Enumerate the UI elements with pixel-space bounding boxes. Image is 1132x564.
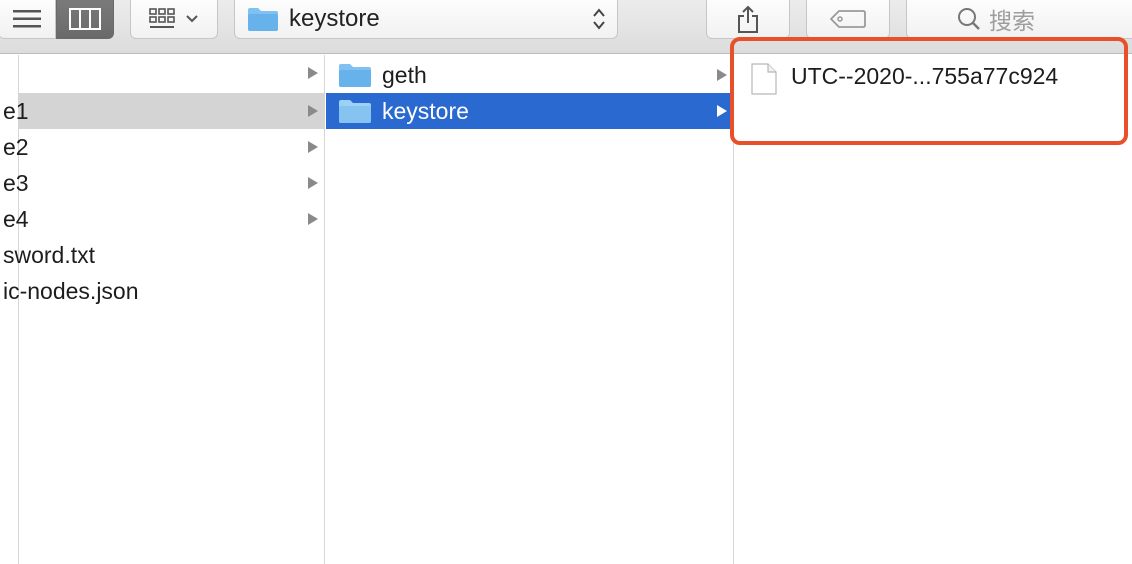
list-item[interactable]: e2 (3, 129, 324, 165)
column-view-icon (69, 8, 101, 30)
tag-button[interactable] (806, 0, 890, 39)
list-item[interactable]: e4 (3, 201, 324, 237)
folder-icon (339, 100, 371, 123)
grid-group-icon (149, 8, 175, 28)
list-view-button[interactable] (0, 0, 56, 39)
share-button[interactable] (706, 0, 790, 39)
list-item[interactable]: e3 (3, 165, 324, 201)
column-1[interactable]: e1 e2 e3 e4 sword.txt ic-nodes.json (3, 55, 325, 564)
tag-icon (830, 10, 866, 28)
list-item-keystore[interactable]: keystore (326, 93, 733, 129)
list-item-geth[interactable]: geth (326, 57, 733, 93)
list-item[interactable]: e1 (3, 93, 324, 129)
share-icon (738, 5, 758, 33)
group-by-button[interactable] (130, 0, 218, 39)
disclosure-arrow-icon (717, 69, 727, 81)
disclosure-arrow-icon (308, 177, 318, 189)
updown-chevron-icon (593, 8, 605, 30)
disclosure-arrow-icon (308, 141, 318, 153)
list-item[interactable] (19, 55, 324, 91)
path-popup[interactable]: keystore (234, 0, 618, 39)
disclosure-arrow-icon (308, 213, 318, 225)
item-label: e3 (3, 169, 29, 196)
item-label: ic-nodes.json (3, 277, 139, 304)
item-label: e4 (3, 205, 29, 232)
column-2[interactable]: geth keystore (326, 55, 734, 564)
disclosure-arrow-icon (717, 105, 727, 117)
item-label: keystore (382, 97, 469, 124)
search-placeholder: 搜索 (989, 8, 1035, 34)
search-field[interactable]: 搜索 (906, 0, 1132, 39)
disclosure-arrow-icon (308, 105, 318, 117)
folder-icon (248, 8, 278, 31)
path-label: keystore (289, 5, 380, 32)
column-view-button[interactable] (56, 0, 114, 39)
item-label: geth (382, 61, 427, 88)
chevron-down-icon (186, 15, 198, 23)
list-view-icon (13, 10, 41, 28)
item-label: e2 (3, 133, 29, 160)
item-label: sword.txt (3, 241, 96, 268)
list-item[interactable]: ic-nodes.json (3, 273, 324, 309)
folder-icon (339, 64, 371, 87)
disclosure-arrow-icon (308, 67, 318, 79)
search-icon (958, 8, 980, 30)
list-item[interactable]: sword.txt (3, 237, 324, 273)
highlight-annotation-box (730, 37, 1128, 145)
item-label: e1 (3, 97, 29, 124)
